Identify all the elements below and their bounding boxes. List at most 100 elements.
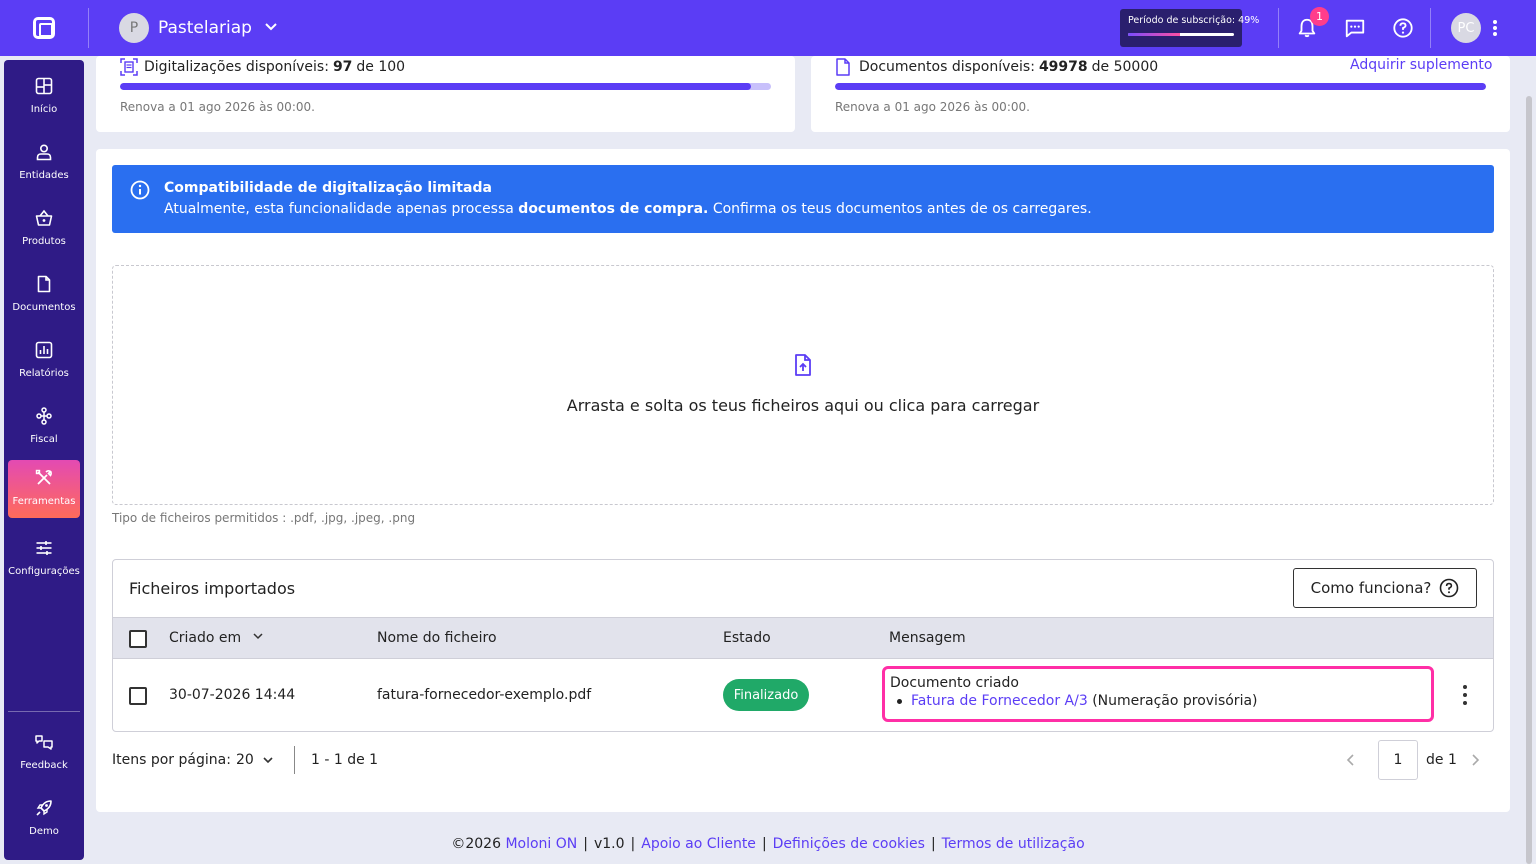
row-checkbox[interactable] xyxy=(129,687,147,705)
sidebar-item-entidades[interactable]: Entidades xyxy=(8,134,80,192)
info-banner-body: Atualmente, esta funcionalidade apenas p… xyxy=(164,201,1092,217)
footer-brand-link[interactable]: Moloni ON xyxy=(505,836,577,852)
sidebar-item-produtos[interactable]: Produtos xyxy=(8,200,80,258)
logo-icon xyxy=(33,17,55,39)
chevron-left-icon xyxy=(1346,754,1354,766)
chat-icon[interactable] xyxy=(1343,16,1367,40)
info-banner-text: Atualmente, esta funcionalidade apenas p… xyxy=(164,201,514,217)
divider xyxy=(294,746,295,774)
tools-icon xyxy=(34,468,54,488)
rocket-icon xyxy=(34,798,54,818)
items-per-page-select[interactable]: 20 xyxy=(236,752,274,768)
info-banner-text-end: Confirma os teus documentos antes de os … xyxy=(712,201,1092,217)
subscription-period[interactable]: Período de subscrição: 49% xyxy=(1120,9,1260,47)
page-total: de 1 xyxy=(1426,752,1457,768)
next-page-button[interactable] xyxy=(1468,752,1482,772)
divider xyxy=(88,8,89,48)
row-created: 30-07-2026 14:44 xyxy=(169,687,296,703)
file-dropzone[interactable]: Arrasta e solta os teus ficheiros aqui o… xyxy=(112,265,1494,505)
status-badge: Finalizado xyxy=(723,679,809,711)
footer: ©2026 Moloni ON | v1.0 | Apoio ao Cliente | De… xyxy=(451,836,1085,852)
sidebar-item-label: Produtos xyxy=(22,236,66,247)
subscription-label: Período de subscrição: 49% xyxy=(1128,15,1260,26)
document-icon xyxy=(836,58,850,76)
sidebar-item-label: Início xyxy=(30,104,58,115)
sidebar-item-documentos[interactable]: Documentos xyxy=(8,266,80,324)
company-name: Pastelariap xyxy=(158,18,252,38)
documents-progress xyxy=(835,83,1486,90)
imported-files-table: Ficheiros importados Como funciona? Cria… xyxy=(112,559,1494,732)
footer-cookies-link[interactable]: Definições de cookies xyxy=(773,836,925,852)
more-options-icon[interactable] xyxy=(1492,16,1498,45)
sliders-icon xyxy=(34,538,54,558)
scan-icon xyxy=(120,58,138,76)
chevron-down-icon xyxy=(264,19,278,37)
info-icon xyxy=(130,180,150,204)
message-detail: Fatura de Fornecedor A/3 (Numeração prov… xyxy=(890,693,1426,709)
dropzone-text: Arrasta e solta os teus ficheiros aqui o… xyxy=(566,396,1040,415)
sidebar: Início Entidades Produtos Documentos Rel… xyxy=(4,60,84,860)
table-header: Criado em Nome do ficheiro Estado Mensag… xyxy=(113,617,1493,659)
footer-terms-link[interactable]: Termos de utilização xyxy=(942,836,1085,852)
page-range: 1 - 1 de 1 xyxy=(311,752,379,768)
items-per-page-label: Itens por página: xyxy=(112,752,231,768)
sidebar-item-label: Relatórios xyxy=(19,368,69,379)
sidebar-item-label: Fiscal xyxy=(30,434,58,445)
table-title: Ficheiros importados xyxy=(129,579,296,598)
person-icon xyxy=(34,142,54,162)
info-banner: Compatibilidade de digitalização limitad… xyxy=(112,165,1494,233)
buy-supplement-link[interactable]: Adquirir suplemento xyxy=(1350,57,1492,73)
company-selector[interactable]: P Pastelariap xyxy=(119,13,278,43)
select-all-checkbox[interactable] xyxy=(129,630,147,648)
sidebar-item-label: Documentos xyxy=(12,302,76,313)
info-banner-title: Compatibilidade de digitalização limitad… xyxy=(164,180,492,196)
allowed-file-types: Tipo de ficheiros permitidos : .pdf, .jp… xyxy=(112,511,416,525)
scans-label: Digitalizações disponíveis: xyxy=(144,59,329,75)
user-avatar[interactable]: PC xyxy=(1451,13,1481,43)
info-banner-bold: documentos de compra. xyxy=(518,201,709,217)
scans-progress-fill xyxy=(120,83,752,90)
notification-badge: 1 xyxy=(1310,7,1329,26)
scans-quota-line: Digitalizações disponíveis: 97 de 100 xyxy=(120,58,405,76)
page-number-input[interactable]: 1 xyxy=(1378,740,1418,780)
how-it-works-button[interactable]: Como funciona? xyxy=(1293,568,1477,608)
chevron-right-icon xyxy=(1472,754,1480,766)
subscription-progress xyxy=(1128,33,1234,36)
sidebar-item-relatorios[interactable]: Relatórios xyxy=(8,332,80,390)
sidebar-item-inicio[interactable]: Início xyxy=(8,68,80,126)
subscription-progress-fill xyxy=(1128,33,1180,36)
row-filename: fatura-fornecedor-exemplo.pdf xyxy=(377,687,592,703)
help-icon[interactable] xyxy=(1391,16,1415,40)
documents-total: de 50000 xyxy=(1091,59,1159,75)
footer-copyright: ©2026 xyxy=(451,836,501,852)
row-more-options-icon[interactable] xyxy=(1459,683,1471,707)
footer-support-link[interactable]: Apoio ao Cliente xyxy=(641,836,756,852)
column-status: Estado xyxy=(723,630,771,646)
help-icon xyxy=(1440,578,1459,598)
scans-renew-text: Renova a 01 ago 2026 às 00:00. xyxy=(120,100,315,114)
items-per-page-value: 20 xyxy=(236,752,254,768)
page-scrollbar[interactable] xyxy=(1526,96,1532,864)
column-filename: Nome do ficheiro xyxy=(377,630,497,646)
column-created-label: Criado em xyxy=(169,630,242,646)
document-icon xyxy=(34,274,54,294)
sidebar-item-feedback[interactable]: Feedback xyxy=(8,724,80,782)
documents-quota-card: Documentos disponíveis: 49978 de 50000 A… xyxy=(811,56,1510,132)
divider xyxy=(1278,8,1279,48)
sidebar-item-fiscal[interactable]: Fiscal xyxy=(8,398,80,456)
app-logo[interactable] xyxy=(0,0,88,56)
column-created[interactable]: Criado em xyxy=(169,630,264,646)
documents-label: Documentos disponíveis: xyxy=(859,59,1035,75)
sidebar-item-label: Entidades xyxy=(19,170,69,181)
prev-page-button[interactable] xyxy=(1344,752,1358,772)
message-title: Documento criado xyxy=(890,675,1019,691)
divider xyxy=(1430,8,1431,48)
document-link[interactable]: Fatura de Fornecedor A/3 xyxy=(911,693,1088,709)
sidebar-item-configuracoes[interactable]: Configurações xyxy=(8,530,80,588)
row-message: Documento criado Fatura de Fornecedor A/… xyxy=(882,666,1434,722)
divider xyxy=(8,711,80,712)
sidebar-item-ferramentas[interactable]: Ferramentas xyxy=(8,460,80,518)
pagination: Itens por página: 20 1 - 1 de 1 1 de 1 xyxy=(112,740,1494,780)
message-note: (Numeração provisória) xyxy=(1092,693,1258,709)
documents-quota-line: Documentos disponíveis: 49978 de 50000 xyxy=(835,58,1158,76)
